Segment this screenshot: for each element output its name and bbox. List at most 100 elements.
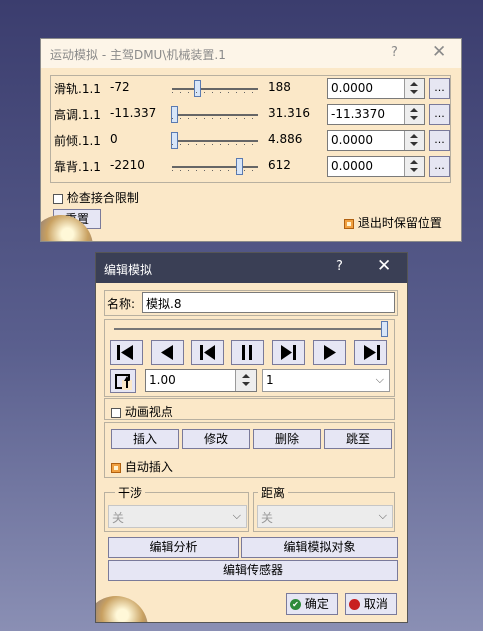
joint-value-spinner[interactable]: 0.0000: [327, 130, 425, 151]
interference-label: 干涉: [115, 484, 146, 501]
insert-button[interactable]: 插入: [111, 429, 179, 449]
edit-simulation-objects-button[interactable]: 编辑模拟对象: [241, 537, 398, 558]
joint-more-button[interactable]: ...: [429, 130, 450, 151]
joint-slider[interactable]: [171, 132, 258, 149]
joint-value[interactable]: 0.0000: [331, 159, 373, 173]
close-button[interactable]: ✕: [432, 42, 446, 62]
spinner-arrows[interactable]: [404, 157, 424, 176]
skip-to-end-button[interactable]: [354, 340, 387, 365]
animate-viewpoint-checkbox[interactable]: [111, 407, 121, 418]
joint-value-spinner[interactable]: 0.0000: [327, 78, 425, 99]
pause-button[interactable]: [231, 340, 264, 365]
auto-insert-checkbox[interactable]: [111, 462, 121, 473]
timeline-slider[interactable]: [114, 321, 388, 337]
step-backward-icon: [200, 345, 215, 360]
step-forward-button[interactable]: [272, 340, 305, 365]
frame-select[interactable]: 1 ⌵: [262, 369, 390, 392]
title-bar[interactable]: 运动模拟 - 主驾DMU\机械装置.1 ? ✕: [41, 39, 461, 68]
player-controls: [110, 340, 392, 365]
joint-value[interactable]: 0.0000: [331, 81, 373, 95]
name-label: 名称:: [107, 297, 136, 311]
arrow-up-icon[interactable]: [410, 134, 418, 138]
joint-max: 31.316: [268, 106, 310, 120]
modify-button[interactable]: 修改: [182, 429, 250, 449]
close-button[interactable]: ✕: [377, 256, 391, 276]
slider-thumb[interactable]: [171, 106, 178, 123]
player-group: 1.00 1 ⌵: [104, 319, 395, 397]
name-input[interactable]: 模拟.8: [142, 292, 395, 313]
joint-min: -72: [110, 80, 130, 94]
joint-more-button[interactable]: ...: [429, 78, 450, 99]
joint-slider[interactable]: [171, 106, 258, 123]
interference-group: 干涉 关 ⌵: [104, 484, 249, 532]
edit-analysis-button[interactable]: 编辑分析: [108, 537, 239, 558]
help-button[interactable]: ?: [391, 45, 398, 60]
joint-value[interactable]: 0.0000: [331, 133, 373, 147]
edit-sensors-button[interactable]: 编辑传感器: [108, 560, 398, 581]
slider-thumb[interactable]: [171, 132, 178, 149]
step-size-value[interactable]: 1.00: [149, 373, 176, 387]
edit-simulation-window: 编辑模拟 ? ✕ 名称: 模拟.8 1.00 1 ⌵ 动画视点 插入 修改 删除…: [95, 252, 408, 623]
joint-more-button[interactable]: ...: [429, 104, 450, 125]
joint-name: 靠背.1.1: [54, 160, 101, 174]
play-forward-icon: [324, 345, 336, 360]
joint-value-spinner[interactable]: 0.0000: [327, 156, 425, 177]
spinner-arrows[interactable]: [404, 79, 424, 98]
keep-position-checkbox[interactable]: [344, 218, 354, 229]
play-forward-button[interactable]: [313, 340, 346, 365]
cancel-label: 取消: [363, 597, 388, 611]
keep-position-option[interactable]: 退出时保留位置: [344, 214, 442, 231]
animate-viewpoint-option[interactable]: 动画视点: [111, 403, 173, 420]
title-bar[interactable]: 编辑模拟 ? ✕: [96, 253, 407, 283]
globe-logo-icon: [41, 211, 103, 241]
step-forward-icon: [281, 345, 296, 360]
distance-group: 距离 关 ⌵: [253, 484, 395, 532]
timeline-thumb[interactable]: [381, 321, 388, 337]
ok-button[interactable]: ✔ 确定: [286, 593, 338, 615]
arrow-down-icon[interactable]: [410, 90, 418, 94]
step-size-spinner[interactable]: 1.00: [145, 369, 257, 392]
joint-row-3: 靠背.1.1 -2210 612 0.0000 ...: [51, 154, 450, 180]
joint-name: 前倾.1.1: [54, 134, 101, 148]
arrow-up-icon[interactable]: [410, 108, 418, 112]
joint-min: -2210: [110, 158, 145, 172]
record-group: 插入 修改 删除 跳至 自动插入: [104, 422, 395, 478]
loop-mode-button[interactable]: [110, 369, 136, 393]
spinner-arrows[interactable]: [235, 370, 256, 391]
skip-to-start-button[interactable]: [110, 340, 143, 365]
chevron-down-icon[interactable]: ⌵: [376, 373, 384, 387]
joint-slider[interactable]: [172, 158, 258, 175]
play-backward-button[interactable]: [151, 340, 184, 365]
spinner-arrows[interactable]: [404, 131, 424, 150]
interference-value: 关: [112, 511, 125, 525]
name-value[interactable]: 模拟.8: [146, 295, 181, 312]
arrow-down-icon[interactable]: [410, 168, 418, 172]
frame-value[interactable]: 1: [266, 373, 274, 387]
joint-value[interactable]: -11.3370: [331, 107, 385, 121]
check-limits-checkbox[interactable]: [53, 193, 63, 204]
joint-name: 高调.1.1: [54, 108, 101, 122]
spinner-arrows[interactable]: [404, 105, 424, 124]
arrow-up-icon[interactable]: [410, 82, 418, 86]
help-button[interactable]: ?: [336, 259, 343, 274]
cancel-button[interactable]: 取消: [345, 593, 397, 615]
slider-thumb[interactable]: [236, 158, 243, 175]
delete-button[interactable]: 删除: [253, 429, 321, 449]
arrow-down-icon[interactable]: [242, 382, 250, 386]
name-row: 名称: 模拟.8: [104, 290, 398, 316]
slider-thumb[interactable]: [194, 80, 201, 97]
interference-select[interactable]: 关 ⌵: [108, 505, 247, 528]
arrow-up-icon[interactable]: [410, 160, 418, 164]
joint-value-spinner[interactable]: -11.3370: [327, 104, 425, 125]
arrow-down-icon[interactable]: [410, 142, 418, 146]
step-backward-button[interactable]: [191, 340, 224, 365]
joint-more-button[interactable]: ...: [429, 156, 450, 177]
jump-to-button[interactable]: 跳至: [324, 429, 392, 449]
distance-select[interactable]: 关 ⌵: [257, 505, 393, 528]
arrow-up-icon[interactable]: [242, 374, 250, 378]
check-limits-option[interactable]: 检查接合限制: [53, 189, 139, 206]
auto-insert-option[interactable]: 自动插入: [111, 458, 173, 475]
joint-slider[interactable]: [172, 80, 258, 97]
arrow-down-icon[interactable]: [410, 116, 418, 120]
globe-logo-icon: [96, 592, 158, 622]
